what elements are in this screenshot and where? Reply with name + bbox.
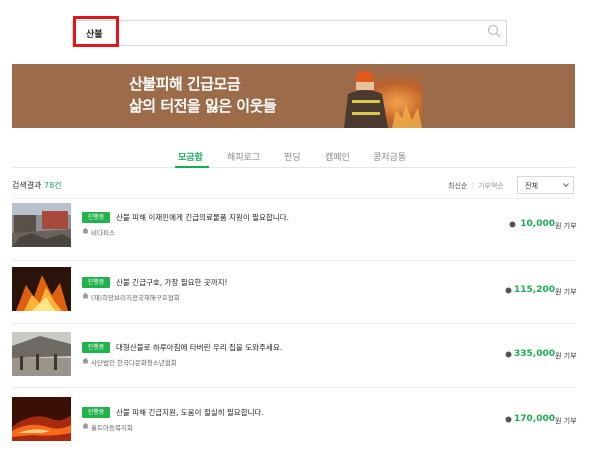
home-icon [82,292,89,299]
home-icon [82,422,89,429]
donation-amount: 335,000 [514,349,555,359]
item-title[interactable]: 산불 피해 긴급지원, 도움이 절실히 필요합니다. [116,407,264,418]
result-count: 검색결과 78건 [12,180,62,191]
sort-divider: | [472,181,475,189]
item-title[interactable]: 산불 피해 이재민에게 긴급의료물품 지원이 필요합니다. [116,212,289,223]
tab-bean-piggybank[interactable]: 콩저금통 [373,150,406,163]
home-icon [82,357,89,364]
campaign-banner[interactable] [12,64,575,128]
firefighter-image [322,64,422,128]
tab-happylog[interactable]: 해피로그 [227,150,260,163]
sort-donation-amount[interactable]: 기부액순 [478,181,504,191]
result-count-label: 검색결과 [12,181,42,190]
chevron-down-icon [563,183,569,188]
donation-unit: 원 기부 [555,352,577,360]
donation-icon [505,351,512,358]
organization-name[interactable]: 비다피스 [91,227,115,237]
filter-selected-value: 전체 [525,182,538,190]
donation-icon [505,287,512,294]
donation-amount: 10,000 [520,219,555,229]
donation-unit: 원 기부 [555,417,577,425]
list-divider [12,198,575,199]
status-badge: 진행중 [82,407,110,418]
tab-campaign[interactable]: 캠페인 [325,150,350,163]
status-badge: 진행중 [82,212,110,223]
list-divider [12,260,575,261]
search-icon[interactable] [487,24,501,38]
organization-name[interactable]: (재)희망브리지전국재해구호협회 [91,292,180,302]
tab-funding[interactable]: 펀딩 [284,150,301,163]
tab-fundraising[interactable]: 모금함 [178,150,203,163]
donation-unit: 원 기부 [555,288,577,296]
organization-name[interactable]: 사단법인 한국다문화청소년협회 [91,357,177,367]
banner-title-line2: 삶의 터전을 잃은 이웃들 [129,97,277,115]
search-query[interactable]: 산불 [86,27,103,40]
donation-amount: 115,200 [514,285,555,295]
donation-unit: 원 기부 [555,222,577,230]
burned-house-thumbnail[interactable] [12,332,71,376]
result-count-number: 78건 [44,181,62,190]
search-input[interactable] [72,20,507,46]
status-badge: 진행중 [82,342,110,353]
home-icon [82,227,89,234]
donation-amount: 170,000 [514,414,555,424]
item-title[interactable]: 산불 긴급구호, 가장 필요한 곳까지! [116,277,228,288]
sort-latest[interactable]: 최신순 [448,181,467,191]
status-badge: 진행중 [82,277,110,288]
donation-icon [509,221,516,228]
donation-icon [505,416,512,423]
active-tab-indicator [175,166,209,168]
wildfire-thumbnail[interactable] [12,267,71,311]
item-title[interactable]: 대형산불로 하루아침에 타버린 우리 집을 도와주세요. [116,342,282,353]
burned-building-thumbnail[interactable] [12,203,71,247]
list-divider [12,387,575,388]
forest-fire-thumbnail[interactable] [12,397,71,441]
banner-title-line1: 산불피해 긴급모금 [129,75,241,93]
organization-name[interactable]: 홀트아동복지회 [91,422,133,432]
list-divider [12,323,575,324]
